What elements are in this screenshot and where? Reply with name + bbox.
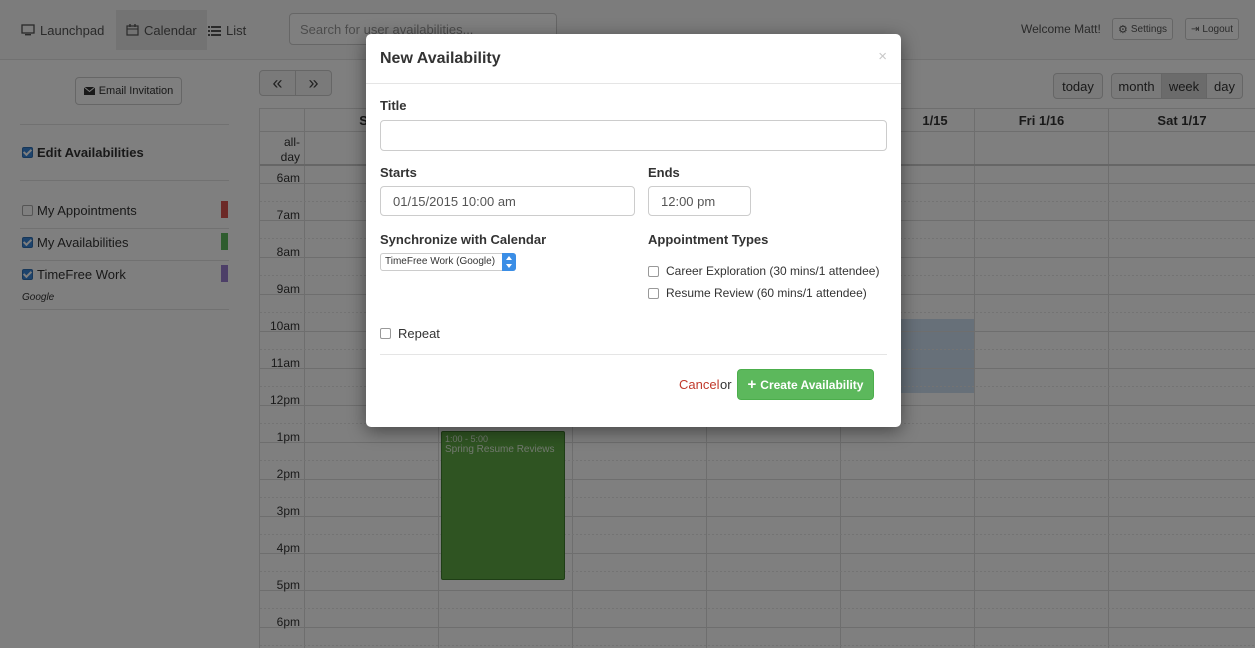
appointment-type-option[interactable]: Resume Review (60 mins/1 attendee) — [648, 286, 867, 300]
title-label: Title — [380, 98, 407, 113]
ends-time-input[interactable] — [648, 186, 751, 216]
close-icon[interactable]: × — [878, 49, 887, 64]
sync-calendar-selected: TimeFree Work (Google) — [385, 256, 496, 267]
or-text: or — [720, 377, 732, 392]
sync-calendar-select[interactable]: TimeFree Work (Google) — [380, 253, 516, 271]
appointment-type-option[interactable]: Career Exploration (30 mins/1 attendee) — [648, 264, 879, 278]
sync-calendar-label: Synchronize with Calendar — [380, 232, 547, 247]
starts-datetime-input[interactable] — [380, 186, 635, 216]
title-input[interactable] — [380, 120, 887, 151]
career-exploration-checkbox[interactable] — [648, 265, 659, 277]
create-availability-label: Create Availability — [760, 377, 864, 392]
create-availability-button[interactable]: + Create Availability — [737, 369, 874, 400]
repeat-checkbox[interactable] — [380, 328, 391, 339]
repeat-label: Repeat — [398, 326, 440, 341]
plus-icon: + — [747, 376, 757, 393]
starts-label: Starts — [380, 165, 417, 180]
repeat-option[interactable]: Repeat — [380, 326, 440, 341]
new-availability-modal: New Availability × Title Starts Ends Syn… — [366, 34, 901, 427]
resume-review-checkbox[interactable] — [648, 287, 659, 299]
appointment-type-label: Career Exploration (30 mins/1 attendee) — [666, 264, 880, 278]
appointment-type-label: Resume Review (60 mins/1 attendee) — [666, 286, 867, 300]
select-arrows-icon — [502, 253, 516, 271]
modal-title: New Availability — [380, 50, 501, 67]
modal-header: New Availability × — [366, 34, 901, 84]
modal-footer-divider — [380, 354, 887, 355]
appointment-types-label: Appointment Types — [648, 232, 769, 247]
cancel-link[interactable]: Cancel — [679, 377, 719, 392]
ends-label: Ends — [648, 165, 680, 180]
